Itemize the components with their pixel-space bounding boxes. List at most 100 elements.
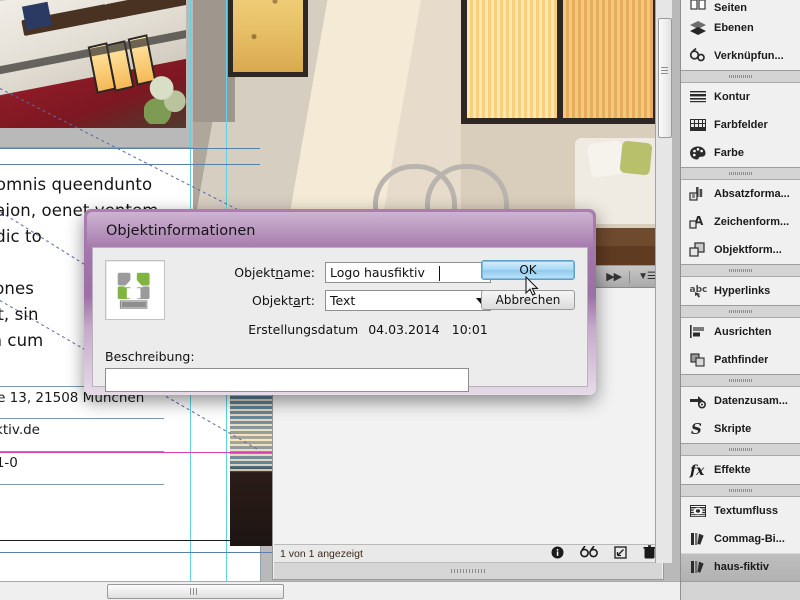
dock-group-separator[interactable]: [681, 168, 800, 180]
canvas-horizontal-scrollbar[interactable]: [0, 581, 680, 600]
paragraph-styles-icon: [689, 186, 707, 202]
dock-item-label: Verknüpfun...: [714, 50, 784, 62]
library-icon: [689, 559, 707, 575]
dock-item-label: Effekte: [714, 464, 751, 476]
dock-item-label: Zeichenform...: [714, 216, 790, 228]
links-status-text: 1 von 1 angezeigt: [280, 547, 363, 560]
dock-group-separator[interactable]: [681, 306, 800, 318]
creation-time-value: 10:01: [451, 322, 488, 337]
dock-item-effekte[interactable]: fx Effekte: [681, 456, 800, 484]
dock-group: Absatzforma... A Zeichenform... Objektform.…: [681, 180, 800, 265]
description-label: Beschreibung:: [105, 349, 195, 364]
dock-item-label: Ebenen: [714, 22, 754, 34]
creation-date-value: 04.03.2014: [368, 322, 440, 337]
dock-item-textumfluss[interactable]: Textumfluss: [681, 497, 800, 525]
dock-item-label: Skripte: [714, 423, 752, 435]
frame-edge-top: [0, 148, 260, 149]
dock-group: Seiten Ebenen Verknüpfun...: [681, 0, 800, 71]
description-input[interactable]: [105, 368, 469, 392]
dock-item-hyperlinks[interactable]: abc Hyperlinks: [681, 277, 800, 305]
dock-group-separator[interactable]: [681, 265, 800, 277]
object-type-label: Objektart:: [251, 293, 315, 308]
vertical-scroll-thumb[interactable]: [658, 18, 672, 138]
dock-item-commag-bi[interactable]: Commag-Bi...: [681, 525, 800, 553]
dock-item-ebenen[interactable]: Ebenen: [681, 14, 800, 42]
object-type-select[interactable]: Text: [325, 290, 491, 311]
dock-group: fx Effekte: [681, 456, 800, 485]
object-name-row: Objektname: Logo hausfiktiv: [211, 262, 491, 283]
scripts-icon: S: [689, 420, 707, 438]
dock-item-label: Ausrichten: [714, 326, 772, 338]
contact-row: w.hausfiktiv.de: [0, 419, 164, 452]
dock-item-label: Farbfelder: [714, 119, 768, 131]
dock-item-label: Seiten: [714, 2, 748, 14]
divider: [629, 270, 631, 283]
creation-date-label: Erstellungsdatum: [248, 322, 359, 337]
dock-item-ausrichten[interactable]: Ausrichten: [681, 318, 800, 346]
svg-text:fx: fx: [689, 463, 705, 478]
dock-group-separator[interactable]: [681, 71, 800, 83]
frame-edge-inner: [0, 164, 260, 165]
dock-item-label: Objektform...: [714, 244, 782, 256]
mouse-cursor: [525, 276, 539, 296]
dock-group-separator[interactable]: [681, 485, 800, 497]
dock-group: abc Hyperlinks: [681, 277, 800, 306]
dock-item-label: Commag-Bi...: [714, 533, 785, 545]
dock-group-separator[interactable]: [681, 444, 800, 456]
object-name-label: Objektname:: [234, 265, 315, 280]
frame-edge-black: [0, 540, 274, 541]
pathfinder-icon: [689, 352, 707, 368]
links-panel-resize-grip[interactable]: [274, 562, 662, 579]
dock-item-label: Kontur: [714, 91, 751, 103]
dock-item-haus-fiktiv[interactable]: haus-fiktiv: [681, 553, 800, 581]
dock-group: Datenzusam... S Skripte: [681, 387, 800, 444]
panel-menu-icon[interactable]: ▼☰: [638, 271, 656, 282]
object-name-input[interactable]: Logo hausfiktiv: [325, 262, 491, 283]
dock-item-label: Farbe: [714, 147, 744, 159]
dock-item-zeichenform[interactable]: A Zeichenform...: [681, 208, 800, 236]
info-icon[interactable]: [551, 546, 564, 562]
dock-item-farbfelder[interactable]: Farbfelder: [681, 111, 800, 139]
object-type-value: Text: [330, 292, 356, 308]
swatches-icon: [689, 117, 707, 133]
character-styles-icon: A: [689, 214, 707, 230]
pages-icon: [689, 0, 707, 14]
dock-item-verkn-pfun[interactable]: Verknüpfun...: [681, 42, 800, 70]
dock-item-farbe[interactable]: Farbe: [681, 139, 800, 167]
hyperlinks-icon: abc: [689, 283, 707, 299]
effects-fx-icon: fx: [689, 462, 707, 479]
dock-group-separator[interactable]: [681, 375, 800, 387]
object-name-value: Logo hausfiktiv: [330, 265, 425, 280]
application-window: umqui omnis queendunto edio maion, oenet…: [0, 0, 800, 600]
dock-item-pathfinder[interactable]: Pathfinder: [681, 346, 800, 374]
dock-item-seiten[interactable]: Seiten: [681, 0, 800, 14]
relink-icon[interactable]: [580, 545, 598, 561]
data-merge-icon: [689, 393, 707, 409]
dock-item-kontur[interactable]: Kontur: [681, 83, 800, 111]
photo-water-night[interactable]: [230, 394, 274, 546]
creation-date-row: Erstellungsdatum 04.03.2014 10:01: [183, 322, 553, 337]
contact-row: 1232 871-0: [0, 452, 164, 485]
dock-group: Ausrichten Pathfinder: [681, 318, 800, 375]
dock-item-datenzusam[interactable]: Datenzusam...: [681, 387, 800, 415]
dock-item-skripte[interactable]: S Skripte: [681, 415, 800, 443]
dock-item-label: Pathfinder: [714, 354, 769, 366]
horizontal-scroll-thumb[interactable]: [107, 584, 284, 599]
dock-group: Kontur Farbfelder Farbe: [681, 83, 800, 168]
panel-dock[interactable]: Seiten Ebenen Verknüpfun... Kontur Farbfelde…: [680, 0, 800, 600]
house-recycle-logo-icon: [117, 272, 150, 309]
links-panel-status: 1 von 1 angezeigt: [274, 544, 662, 562]
goto-link-icon[interactable]: [614, 545, 627, 562]
dock-item-objektform[interactable]: Objektform...: [681, 236, 800, 264]
forward-arrows-icon[interactable]: ▶▶: [606, 270, 622, 283]
dock-item-absatzforma[interactable]: Absatzforma...: [681, 180, 800, 208]
dock-item-label: Datenzusam...: [714, 395, 788, 407]
document-contact-block: uptstraße 13, 21508 München w.hausfiktiv…: [0, 386, 164, 485]
links-icon: [689, 47, 707, 64]
stroke-icon: [689, 89, 707, 105]
dock-item-label: Hyperlinks: [714, 285, 771, 297]
canvas-vertical-scrollbar[interactable]: [655, 0, 672, 563]
photo-balcony[interactable]: [0, 0, 186, 128]
object-info-dialog[interactable]: Objektinformationen Objektname: Logo hau…: [84, 209, 596, 395]
dialog-title: Objektinformationen: [106, 223, 256, 239]
